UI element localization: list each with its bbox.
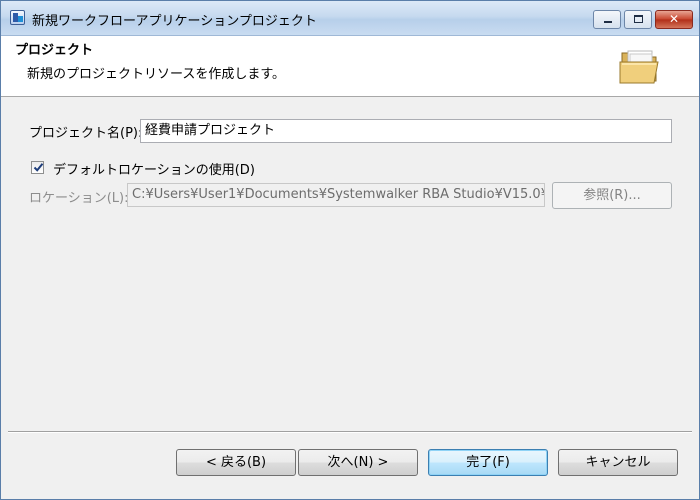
back-button[interactable]: < 戻る(B): [176, 449, 296, 476]
title-bar[interactable]: 新規ワークフローアプリケーションプロジェクト ✕: [1, 1, 699, 36]
window-title: 新規ワークフローアプリケーションプロジェクト: [32, 14, 317, 29]
project-name-label: プロジェクト名(P):: [29, 126, 143, 141]
maximize-icon: [634, 15, 643, 23]
use-default-location-label[interactable]: デフォルトロケーションの使用(D): [53, 159, 255, 178]
checkmark-icon: [33, 163, 44, 172]
location-label: ロケーション(L):: [29, 191, 129, 206]
wizard-header: プロジェクト 新規のプロジェクトリソースを作成します。: [1, 36, 699, 97]
cancel-button[interactable]: キャンセル: [558, 449, 678, 476]
wizard-window: 新規ワークフローアプリケーションプロジェクト ✕ プロジェクト 新規のプロジェク…: [0, 0, 700, 500]
footer-separator: [8, 431, 692, 433]
minimize-icon: [604, 21, 612, 23]
maximize-button[interactable]: [624, 10, 652, 29]
app-icon: [10, 10, 25, 25]
use-default-location-checkbox[interactable]: [31, 161, 44, 174]
minimize-button[interactable]: [593, 10, 621, 29]
project-name-input[interactable]: 経費申請プロジェクト: [140, 119, 672, 143]
finish-button[interactable]: 完了(F): [428, 449, 548, 476]
location-input[interactable]: C:¥Users¥User1¥Documents¥Systemwalker RB…: [127, 183, 545, 207]
close-button[interactable]: ✕: [655, 10, 693, 29]
close-icon: ✕: [668, 12, 680, 26]
open-folder-icon: [619, 50, 659, 84]
next-button[interactable]: 次へ(N) >: [298, 449, 418, 476]
wizard-page-title: プロジェクト: [15, 43, 94, 58]
browse-button[interactable]: 参照(R)...: [552, 182, 672, 209]
wizard-page-description: 新規のプロジェクトリソースを作成します。: [27, 67, 286, 82]
